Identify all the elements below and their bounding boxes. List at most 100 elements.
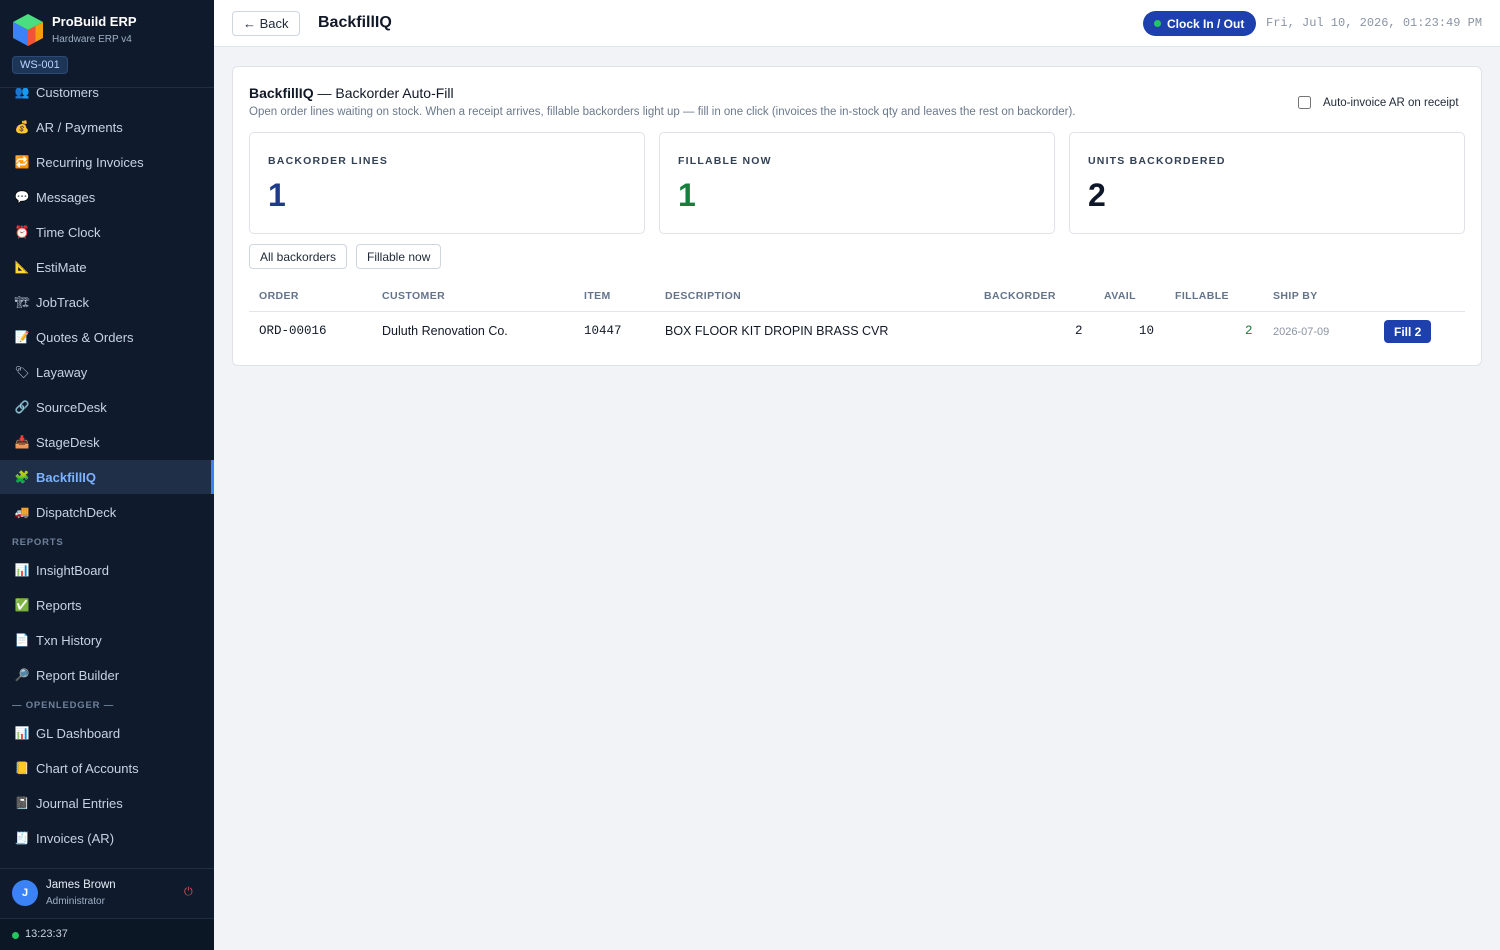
filter-fillable-now[interactable]: Fillable now (356, 244, 442, 269)
stat-backorder-lines: BACKORDER LINES 1 (249, 132, 645, 234)
sidebar-item-chart-of-accounts[interactable]: 📒 Chart of Accounts (0, 751, 214, 785)
col-header-customer: CUSTOMER (382, 290, 446, 302)
bar-chart-icon: 📊 (14, 563, 30, 577)
clock-in-out-button[interactable]: Clock In / Out (1143, 11, 1257, 36)
sidebar-item-txn-history[interactable]: 📄 Txn History (0, 623, 214, 657)
stat-label: FILLABLE NOW (678, 155, 772, 167)
cell-item: 10447 (584, 324, 622, 338)
panel-description: Open order lines waiting on stock. When … (249, 106, 1076, 118)
current-datetime: Fri, Jul 10, 2026, 01:23:49 PM (1266, 16, 1483, 30)
sidebar-item-report-builder[interactable]: 🔎 Report Builder (0, 658, 214, 692)
sidebar-item-reports[interactable]: ✅ Reports (0, 588, 214, 622)
clock-in-out-label: Clock In / Out (1167, 16, 1245, 31)
brand-header: ProBuild ERP Hardware ERP v4 WS-001 (0, 0, 214, 88)
stat-fillable-now: FILLABLE NOW 1 (659, 132, 1055, 234)
speech-bubble-icon: 💬 (14, 190, 30, 204)
money-bag-icon: 💰 (14, 120, 30, 134)
magnifier-icon: 🔎 (14, 668, 30, 682)
sidebar-item-label: SourceDesk (36, 399, 107, 415)
cell-ship-by: 2026-07-09 (1273, 326, 1330, 338)
sidebar-item-recurring-invoices[interactable]: 🔁 Recurring Invoices (0, 145, 214, 179)
notebook-icon: 📓 (14, 796, 30, 810)
clock-time: 13:23:37 (25, 928, 68, 940)
sidebar-item-label: Quotes & Orders (36, 329, 134, 345)
sidebar-item-messages[interactable]: 💬 Messages (0, 180, 214, 214)
tag-icon: 🏷 (14, 365, 30, 379)
sidebar-item-journal-entries[interactable]: 📓 Journal Entries (0, 786, 214, 820)
sidebar-item-dispatchdeck[interactable]: 🚚 DispatchDeck (0, 495, 214, 529)
back-button[interactable]: ← Back (232, 11, 300, 36)
construction-icon: 🏗 (14, 295, 30, 309)
cell-fillable: 2 (1245, 324, 1253, 338)
cell-description: BOX FLOOR KIT DROPIN BRASS CVR (665, 324, 889, 338)
sidebar-item-insightboard[interactable]: 📊 InsightBoard (0, 553, 214, 587)
sidebar-item-gl-dashboard[interactable]: 📊 GL Dashboard (0, 716, 214, 750)
fill-button[interactable]: Fill 2 (1384, 320, 1432, 343)
cell-order[interactable]: ORD-00016 (259, 324, 327, 338)
sidebar-item-sourcedesk[interactable]: 🔗 SourceDesk (0, 390, 214, 424)
filter-all-backorders[interactable]: All backorders (249, 244, 348, 269)
status-dot-icon (1154, 20, 1161, 27)
document-icon: 📄 (14, 633, 30, 647)
workstation-badge: WS-001 (12, 56, 68, 74)
panel-title-bold: BackfillIQ (249, 85, 314, 101)
stat-value: 2 (1088, 177, 1106, 213)
table-header-divider (249, 311, 1465, 312)
online-status-dot (12, 932, 19, 939)
page-title: BackfillIQ (318, 14, 392, 31)
top-bar: ← Back BackfillIQ Clock In / Out Fri, Ju… (214, 0, 1500, 47)
user-profile[interactable]: J James Brown Administrator ⏻ (0, 868, 214, 918)
cube-logo-icon (13, 14, 43, 46)
sidebar-item-label: StageDesk (36, 434, 100, 450)
sidebar-item-time-clock[interactable]: ⏰ Time Clock (0, 215, 214, 249)
auto-invoice-toggle[interactable]: Auto-invoice AR on receipt (1298, 96, 1459, 109)
sidebar-item-label: GL Dashboard (36, 725, 121, 741)
sidebar-item-label: Report Builder (36, 667, 120, 683)
col-header-fillable: FILLABLE (1175, 290, 1229, 302)
sidebar-item-estimate[interactable]: 📐 EstiMate (0, 250, 214, 284)
col-header-backorder: BACKORDER (984, 290, 1056, 302)
repeat-icon: 🔁 (14, 155, 30, 169)
auto-invoice-checkbox[interactable] (1298, 96, 1311, 109)
user-name: James Brown (46, 879, 116, 891)
sidebar-item-label: EstiMate (36, 259, 87, 275)
col-header-order: ORDER (259, 290, 299, 302)
stat-label: UNITS BACKORDERED (1088, 155, 1226, 167)
alarm-clock-icon: ⏰ (14, 225, 30, 239)
sidebar-item-label: Journal Entries (36, 795, 123, 811)
stat-units-backordered: UNITS BACKORDERED 2 (1069, 132, 1465, 234)
brand-name: ProBuild ERP (52, 14, 137, 29)
sidebar-item-label: Layaway (36, 364, 88, 380)
col-header-description: DESCRIPTION (665, 290, 742, 302)
sidebar-item-layaway[interactable]: 🏷 Layaway (0, 355, 214, 389)
sidebar-item-label: InsightBoard (36, 562, 109, 578)
brand-subtitle: Hardware ERP v4 (52, 34, 132, 45)
panel-title-rest: — Backorder Auto-Fill (313, 85, 454, 101)
sidebar-item-ar-payments[interactable]: 💰 AR / Payments (0, 110, 214, 144)
sidebar-item-invoices-ar[interactable]: 🧾 Invoices (AR) (0, 821, 214, 855)
sidebar-item-label: Chart of Accounts (36, 760, 139, 776)
cell-avail: 10 (1139, 324, 1155, 338)
session-clock: 13:23:37 (0, 918, 214, 950)
col-header-avail: AVAIL (1104, 290, 1136, 302)
section-openledger: — OPENLEDGER — (12, 700, 114, 711)
receipt-icon: 🧾 (14, 831, 30, 845)
sidebar-item-label: Messages (36, 189, 96, 205)
sidebar-item-label: JobTrack (36, 294, 89, 310)
power-icon[interactable]: ⏻ (184, 886, 193, 899)
sidebar-item-backfilliq[interactable]: 🧩 BackfillIQ (0, 460, 214, 494)
sidebar-item-jobtrack[interactable]: 🏗 JobTrack (0, 285, 214, 319)
sidebar-item-label: BackfillIQ (36, 469, 96, 485)
sidebar: 👥 Customers 💰 AR / Payments 🔁 Recurring Inv… (0, 0, 214, 950)
sidebar-item-quotes-orders[interactable]: 📝 Quotes & Orders (0, 320, 214, 354)
sidebar-item-label: Txn History (36, 632, 102, 648)
section-reports: REPORTS (12, 537, 64, 548)
col-header-ship-by: SHIP BY (1273, 290, 1318, 302)
sidebar-item-label: DispatchDeck (36, 504, 117, 520)
memo-icon: 📝 (14, 330, 30, 344)
inbox-tray-icon: 📥 (14, 435, 30, 449)
stat-label: BACKORDER LINES (268, 155, 389, 167)
avatar: J (12, 880, 38, 906)
sidebar-item-stagedesk[interactable]: 📥 StageDesk (0, 425, 214, 459)
panel-title: BackfillIQ — Backorder Auto-Fill (249, 85, 454, 101)
